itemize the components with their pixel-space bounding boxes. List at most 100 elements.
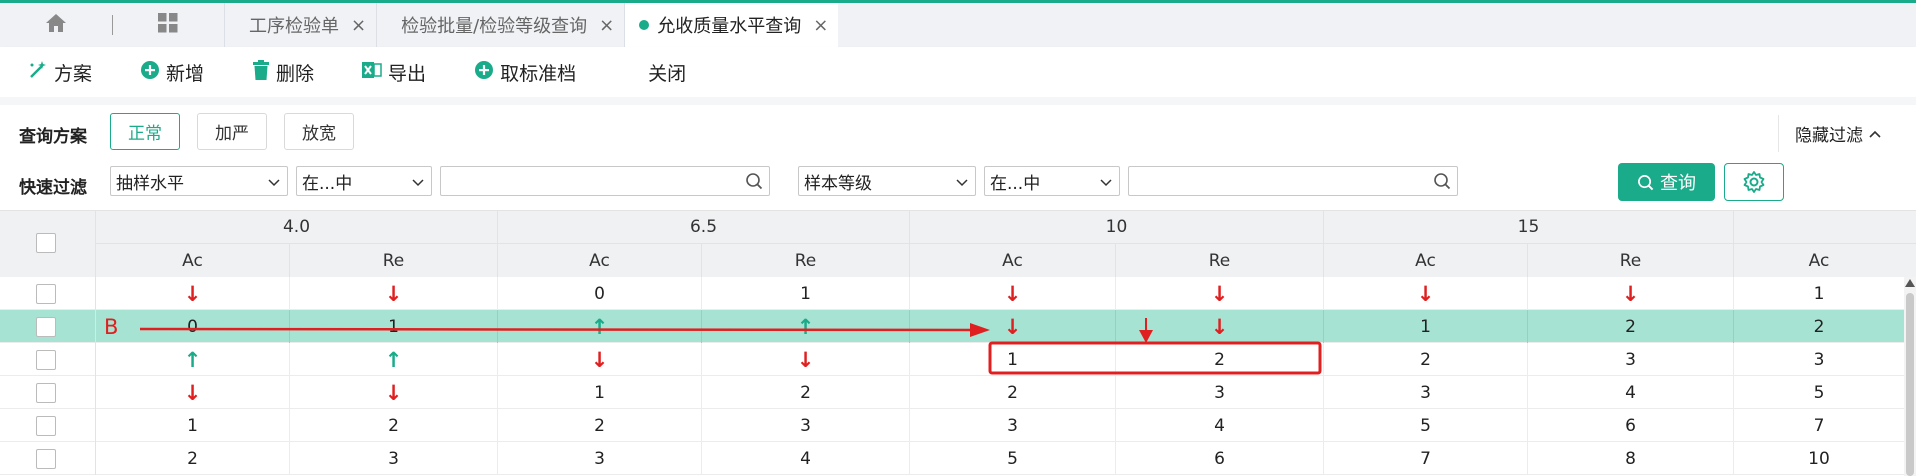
tab-close-button[interactable]: × [351,15,366,36]
table-cell[interactable]: 1 [498,376,702,409]
table-cell[interactable]: ↓ [910,310,1116,343]
table-cell[interactable]: 1 [702,277,910,310]
table-cell[interactable]: ↓ [290,277,498,310]
table-cell[interactable]: 3 [702,409,910,442]
table-cell[interactable]: 0 [498,277,702,310]
column-header[interactable]: Re [702,244,910,278]
table-cell[interactable]: ↑ [96,343,290,376]
scheme-chip-tightened[interactable]: 加严 [197,113,267,150]
table-cell[interactable]: 2 [1324,343,1528,376]
table-cell[interactable]: ↓ [498,343,702,376]
table-cell[interactable]: 1 [290,310,498,343]
table-cell[interactable]: ↓ [290,376,498,409]
tab-close-button[interactable]: × [599,15,614,36]
table-cell[interactable]: 3 [498,442,702,475]
filter-field-select-2[interactable]: 样本等级 [798,166,976,196]
table-row[interactable]: 122334567 [0,409,1916,442]
table-cell[interactable]: 2 [498,409,702,442]
table-cell[interactable]: 1 [1734,277,1904,310]
table-cell[interactable]: ↓ [910,277,1116,310]
column-header[interactable]: Ac [1734,244,1904,278]
hide-filter-button[interactable]: 隐藏过滤 [1778,115,1916,152]
filter-value-input-1[interactable] [440,166,770,196]
delete-button[interactable]: 删除 [252,59,314,86]
export-button[interactable]: 导出 [362,59,426,86]
table-row[interactable]: 2 3 3 4 5 6 7 8 10 [0,442,1916,475]
table-cell[interactable]: 4 [1116,409,1324,442]
filter-operator-select-2[interactable]: 在...中 [984,166,1120,196]
row-checkbox[interactable] [36,284,56,304]
table-row[interactable]: ↑ ↑ ↓ ↓ 1 2 2 3 3 [0,343,1916,376]
table-cell[interactable]: 3 [1734,343,1904,376]
scheme-chip-reduced[interactable]: 放宽 [284,113,354,150]
query-button[interactable]: 查询 [1618,163,1715,201]
column-header[interactable]: Ac [498,244,702,278]
column-header[interactable]: Re [290,244,498,278]
tab-batch-level-query[interactable]: 检验批量/检验等级查询 × [376,3,624,47]
scrollbar-thumb[interactable] [1906,293,1914,476]
table-cell[interactable]: ↑ [498,310,702,343]
column-header[interactable]: Re [1528,244,1734,278]
close-button[interactable]: 关闭 [648,59,686,86]
table-cell[interactable]: 2 [96,442,290,475]
table-cell[interactable]: 2 [1734,310,1904,343]
table-cell[interactable]: 3 [290,442,498,475]
tab-aql-query[interactable]: 允收质量水平查询 × [624,3,839,47]
tab-close-button[interactable]: × [813,15,828,36]
filter-value-input-2[interactable] [1128,166,1458,196]
table-cell[interactable]: 2 [1528,310,1734,343]
table-cell[interactable]: ↓ [96,376,290,409]
table-cell[interactable]: 3 [1116,376,1324,409]
table-cell[interactable]: ↑ [702,310,910,343]
row-checkbox[interactable] [36,449,56,469]
table-cell[interactable]: 6 [1116,442,1324,475]
table-cell[interactable]: ↓ [1116,277,1324,310]
row-checkbox[interactable] [36,317,56,337]
table-row[interactable]: B 0 1 ↑ ↑ ↓ ↓ 1 2 2 [0,310,1916,343]
filter-field-select-1[interactable]: 抽样水平 [110,166,288,196]
column-header[interactable]: Ac [910,244,1116,278]
table-cell[interactable]: ↓ [1528,277,1734,310]
column-header[interactable]: Ac [1324,244,1528,278]
table-cell[interactable]: 7 [1734,409,1904,442]
table-cell[interactable]: 0 [96,310,290,343]
table-cell[interactable]: 2 [702,376,910,409]
row-checkbox[interactable] [36,416,56,436]
table-cell[interactable]: 4 [702,442,910,475]
table-cell[interactable]: 1 [1324,310,1528,343]
table-cell[interactable]: 10 [1734,442,1904,475]
table-cell[interactable]: 2 [1116,343,1324,376]
row-checkbox[interactable] [36,383,56,403]
table-cell[interactable]: 5 [1734,376,1904,409]
table-cell[interactable]: 2 [290,409,498,442]
table-cell[interactable]: 5 [1324,409,1528,442]
table-cell[interactable]: ↓ [1116,310,1324,343]
table-cell[interactable]: 3 [1528,343,1734,376]
table-cell[interactable]: 5 [910,442,1116,475]
table-cell[interactable]: 1 [910,343,1116,376]
select-all-checkbox[interactable] [36,233,56,253]
table-cell[interactable]: 1 [96,409,290,442]
cancel-archive-button[interactable]: 取标准档 [474,59,576,86]
row-checkbox[interactable] [36,350,56,370]
table-cell[interactable]: 4 [1528,376,1734,409]
table-cell[interactable]: 2 [910,376,1116,409]
table-row[interactable]: ↓ ↓ 1 2 2 3 3 4 5 [0,376,1916,409]
scheme-button[interactable]: 方案 [28,59,92,86]
filter-operator-select-1[interactable]: 在...中 [296,166,432,196]
table-cell[interactable]: ↓ [96,277,290,310]
table-cell[interactable]: 7 [1324,442,1528,475]
scroll-up-arrow-icon[interactable] [1905,279,1915,287]
home-tab-button[interactable] [0,3,112,47]
table-row[interactable]: ↓ ↓ 0 1 ↓ ↓ ↓ ↓ 1 [0,277,1916,310]
column-header[interactable]: Ac [96,244,290,278]
table-cell[interactable]: 8 [1528,442,1734,475]
table-cell[interactable]: ↓ [1324,277,1528,310]
app-grid-button[interactable] [112,3,224,47]
scheme-chip-normal[interactable]: 正常 [110,113,180,150]
settings-button[interactable] [1724,163,1784,201]
table-cell[interactable]: ↑ [290,343,498,376]
table-cell[interactable]: ↓ [702,343,910,376]
vertical-scrollbar[interactable] [1904,277,1916,476]
table-cell[interactable]: 3 [1324,376,1528,409]
